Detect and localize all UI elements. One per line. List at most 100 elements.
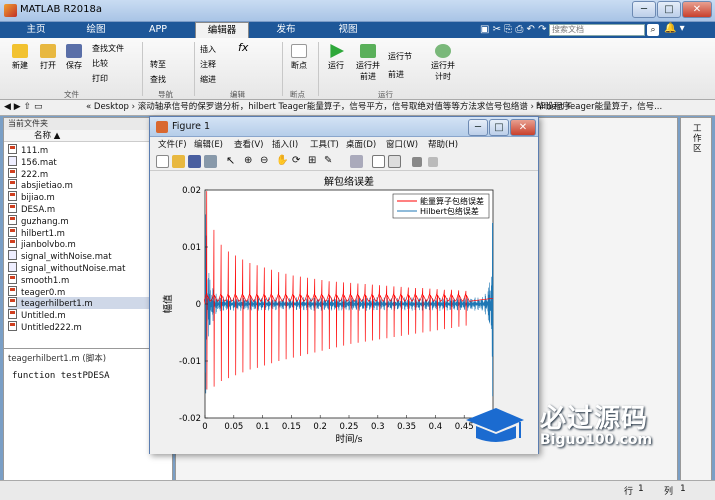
figure-menu-item[interactable]: 编辑(E) [194,138,223,152]
back-forward-icon[interactable]: ◀ ▶ ⇧ ▭ [4,100,42,115]
file-list-item[interactable]: Untitled.m [8,309,168,321]
figure-menu-item[interactable]: 插入(I) [272,138,298,152]
file-name: Untitled.m [21,311,66,322]
file-list-item[interactable]: smooth1.m [8,273,168,286]
compare-button[interactable]: 比较 [92,58,108,69]
file-list-item[interactable]: 222.m [8,167,168,180]
fx-button[interactable]: fx [238,41,248,54]
new-button[interactable]: 新建 [8,44,32,71]
notification-icon[interactable]: 🔔 ▾ [664,23,685,34]
x-tick-label: 0.4 [429,422,443,432]
file-list-item[interactable]: signal_withoutNoise.mat [8,262,168,274]
new-file-icon [12,44,28,58]
tab-editor[interactable]: 编辑器 [195,22,249,38]
save-figure-icon[interactable] [188,155,201,168]
run-and-time-button[interactable]: 运行并 计时 [430,44,456,82]
zoom-out-icon[interactable]: ⊖ [260,155,273,168]
file-list-item[interactable]: DESA.m [8,203,168,215]
file-name: guzhang.m [21,216,69,227]
file-list-item[interactable]: hilbert1.m [8,226,168,239]
legend-icon[interactable] [388,155,401,168]
figure-title-bar[interactable]: Figure 1 ─ □ ✕ [150,117,538,137]
file-list-item[interactable]: 111.m [8,144,168,156]
figure-close-button[interactable]: ✕ [510,119,536,136]
address-bar[interactable]: ◀ ▶ ⇧ ▭ « Desktop › 滚动轴承信号的保罗谱分析，hilbert… [0,100,715,116]
file-list-item[interactable]: absjietiao.m [8,179,168,191]
y-tick-label: 0.02 [182,186,201,196]
file-list-item[interactable]: teager0.m [8,285,168,298]
tab-publish[interactable]: 发布 [266,22,306,38]
file-name: DESA.m [21,205,56,215]
script-file-icon [8,285,17,296]
figure-maximize-button[interactable]: □ [489,119,509,136]
run-button[interactable]: 运行 [324,44,348,71]
figure-menu-item[interactable]: 帮助(H) [428,138,458,152]
pointer-icon[interactable]: ↖ [226,155,239,168]
name-column-header[interactable]: 名称 ▲ [4,130,172,142]
details-code-preview: function testPDESA [12,371,110,381]
figure-menu-item[interactable]: 查看(V) [234,138,263,152]
x-tick-label: 0 [202,422,207,432]
find-files-button[interactable]: 查找文件 [92,43,124,54]
toolstrip-divider [194,42,195,96]
advance-button[interactable]: 前进 [388,69,404,80]
legend-entry: 能量算子包络误差 [420,196,484,206]
print-figure-icon[interactable] [204,155,217,168]
hide-plot-tools-icon[interactable] [412,157,422,167]
maximize-button[interactable]: □ [657,1,681,18]
comment-button[interactable]: 注释 [200,59,216,70]
colorbar-icon[interactable] [372,155,385,168]
figure-menu-item[interactable]: 工具(T) [310,138,339,152]
search-docs-input[interactable]: 搜索文档 [549,24,645,36]
run-advance-button[interactable]: 运行并 前进 [355,44,381,82]
zoom-in-icon[interactable]: ⊕ [244,155,257,168]
file-list-item[interactable]: jianbolvbo.m [8,238,168,250]
open-button[interactable]: 打开 [36,44,60,71]
figure-menu-item[interactable]: 文件(F) [158,138,187,152]
tab-home[interactable]: 主页 [16,22,56,38]
folder-path[interactable]: « Desktop › 滚动轴承信号的保罗谱分析，hilbert Teager能… [86,100,571,115]
x-tick-label: 0.25 [340,422,359,432]
save-button[interactable]: 保存 [62,44,86,71]
watermark-url: Biguo100.com [540,432,653,448]
figure-menu-bar: 文件(F) 编辑(E) 查看(V) 插入(I) 工具(T) 桌面(D) 窗口(W) 帮助(H) [150,138,538,152]
file-list-item[interactable]: bijiao.m [8,191,168,203]
brush-icon[interactable]: ✎ [324,155,337,168]
file-list-item[interactable]: signal_withNoise.mat [8,250,168,262]
tab-view[interactable]: 视图 [328,22,368,38]
open-file-icon[interactable] [172,155,185,168]
file-name: hilbert1.m [21,228,65,239]
print-button[interactable]: 打印 [92,73,108,84]
pan-icon[interactable]: ✋ [276,155,289,168]
tab-apps[interactable]: APP [138,22,178,38]
rotate-icon[interactable]: ⟳ [292,155,305,168]
figure-minimize-button[interactable]: ─ [468,119,488,136]
file-list-item[interactable]: 156.mat [8,155,168,168]
file-list-item[interactable]: guzhang.m [8,214,168,227]
file-name: 222.m [21,169,49,180]
insert-button[interactable]: 插入 [200,44,216,55]
run-section-button[interactable]: 运行节 [388,51,412,62]
breakpoints-button[interactable]: 断点 [288,44,310,71]
script-file-icon [8,144,17,154]
indent-button[interactable]: 缩进 [200,74,216,85]
file-list-item[interactable]: teagerhilbert1.m [8,297,168,309]
tab-plots[interactable]: 绘图 [76,22,116,38]
close-button[interactable]: ✕ [682,1,712,18]
current-folder-header: 当前文件夹 [4,118,172,130]
find-button[interactable]: 查找 [150,74,166,85]
data-cursor-icon[interactable]: ⊞ [308,155,321,168]
y-axis-label: 幅值 [162,294,174,314]
file-list-item[interactable]: Untitled222.m [8,321,168,333]
new-figure-icon[interactable] [156,155,169,168]
folder-path-tail: hilbert Teager能量算子，信号... [536,102,663,112]
script-file-icon [8,214,17,225]
goto-button[interactable]: 转至 [150,59,166,70]
search-icon[interactable]: ⌕ [647,24,659,36]
figure-menu-item[interactable]: 窗口(W) [386,138,418,152]
minimize-button[interactable]: ─ [632,1,656,18]
show-plot-tools-icon[interactable] [428,157,438,167]
link-plot-icon[interactable] [350,155,363,168]
figure-menu-item[interactable]: 桌面(D) [346,138,376,152]
breakpoint-icon [291,44,307,58]
